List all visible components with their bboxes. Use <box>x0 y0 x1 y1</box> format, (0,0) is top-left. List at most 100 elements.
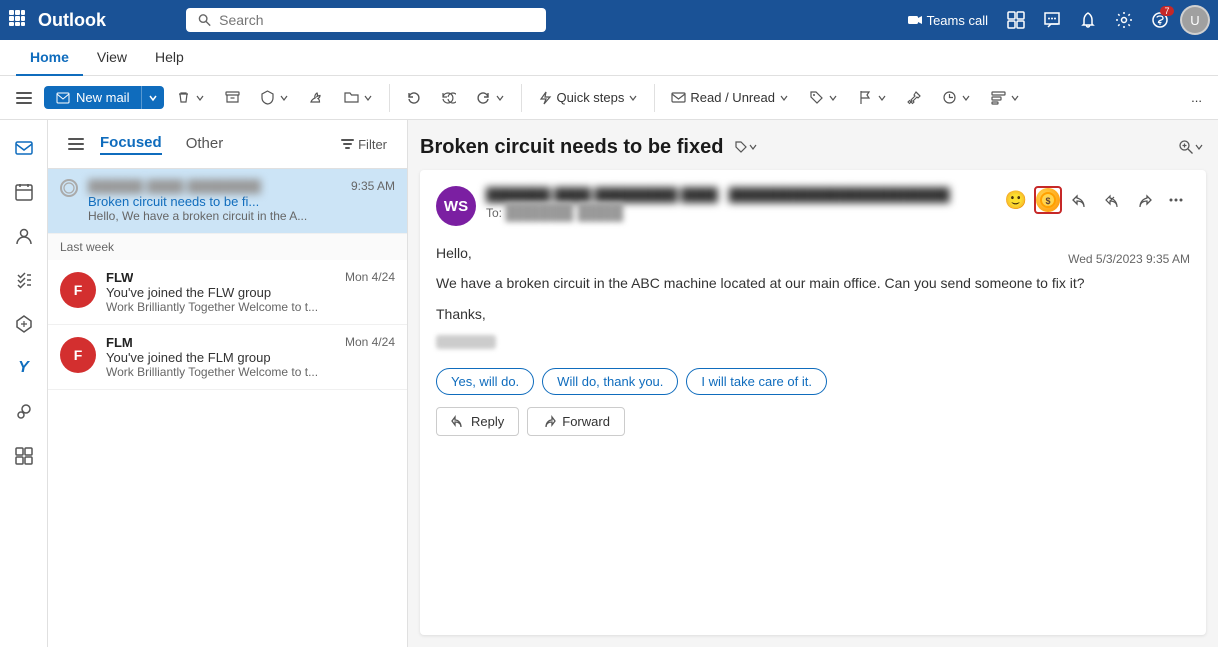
archive-button[interactable] <box>217 86 248 109</box>
rules-button[interactable] <box>252 86 297 109</box>
main-layout: Y Focused <box>0 120 1218 647</box>
mail-flw-time: Mon 4/24 <box>345 270 395 284</box>
apps-grid-icon[interactable]: ​ <box>8 9 26 32</box>
view-chevron-icon <box>1010 93 1020 103</box>
more-options-button[interactable]: ... <box>1183 86 1210 109</box>
pin-button[interactable] <box>899 86 930 109</box>
sidebar-apps-icon[interactable] <box>4 436 44 476</box>
read-unread-button[interactable]: Read / Unread <box>663 86 797 109</box>
ribbon: New mail <box>0 76 1218 120</box>
ribbon-divider-1 <box>389 84 390 112</box>
chevron-down-icon <box>148 93 158 103</box>
hamburger-icon <box>16 90 32 106</box>
move-icon <box>344 90 359 105</box>
view-settings-button[interactable] <box>983 86 1028 109</box>
undo-all-button[interactable] <box>433 86 464 109</box>
suggestion-btn-1[interactable]: Yes, will do. <box>436 368 534 395</box>
move-chevron-icon <box>363 93 373 103</box>
search-bar[interactable] <box>186 8 546 32</box>
reply-action-button[interactable]: Reply <box>436 407 519 436</box>
undo-icon <box>406 90 421 105</box>
more-email-options-button[interactable] <box>1162 186 1190 214</box>
sidebar-teams-icon[interactable] <box>4 304 44 344</box>
lightning-icon <box>538 91 552 105</box>
nav-tabs: Home View Help <box>0 40 1218 76</box>
notifications-button[interactable] <box>1072 4 1104 36</box>
section-last-week: Last week <box>48 234 407 260</box>
forward-button-header[interactable] <box>1130 186 1158 214</box>
search-icon <box>198 13 211 27</box>
mail-check-circle[interactable] <box>60 179 78 197</box>
sidebar-toggle-button[interactable] <box>8 86 40 110</box>
reply-button-header[interactable] <box>1066 186 1094 214</box>
email-paragraph: We have a broken circuit in the ABC mach… <box>436 272 1190 294</box>
skype-button[interactable]: 7 <box>1144 4 1176 36</box>
delete-button[interactable] <box>168 86 213 109</box>
snooze-button[interactable] <box>934 86 979 109</box>
sidebar-mail-icon[interactable] <box>4 128 44 168</box>
mail-item-flw[interactable]: F FLW Mon 4/24 You've joined the FLW gro… <box>48 260 407 325</box>
forward-action-icon <box>542 414 556 428</box>
envelope-icon <box>671 90 686 105</box>
reply-icon <box>1072 192 1088 208</box>
tag-button[interactable] <box>801 86 846 109</box>
tab-help[interactable]: Help <box>141 40 198 76</box>
sender-name-body-blurred <box>436 335 496 349</box>
switch-view-button[interactable] <box>1000 4 1032 36</box>
filter-button[interactable]: Filter <box>333 133 395 156</box>
sidebar-yammer-icon[interactable]: Y <box>4 348 44 388</box>
teams-call-button[interactable]: Teams call <box>899 8 996 32</box>
undo-button[interactable] <box>398 86 429 109</box>
suggestion-btn-2[interactable]: Will do, thank you. <box>542 368 678 395</box>
search-input[interactable] <box>219 12 534 28</box>
mail-flm-time: Mon 4/24 <box>345 335 395 349</box>
user-avatar[interactable]: U <box>1180 5 1210 35</box>
mail-item-selected[interactable]: ██████ ████ ████████ 9:35 AM Broken circ… <box>48 169 407 234</box>
quick-steps-chevron-icon <box>628 93 638 103</box>
emoji-button[interactable]: 🙂 <box>1002 186 1030 214</box>
other-tab[interactable]: Other <box>186 135 224 154</box>
tab-home[interactable]: Home <box>16 40 83 76</box>
reading-pane-header: Broken circuit needs to be fixed <box>420 132 1206 162</box>
sidebar-sharepoint-icon[interactable] <box>4 392 44 432</box>
suggestion-btn-3[interactable]: I will take care of it. <box>686 368 827 395</box>
feedback-button[interactable] <box>1036 4 1068 36</box>
zoom-button[interactable] <box>1176 132 1206 162</box>
mail-items: ██████ ████ ████████ 9:35 AM Broken circ… <box>48 169 407 647</box>
mail-item-time: 9:35 AM <box>351 179 395 193</box>
sidebar-people-icon[interactable] <box>4 216 44 256</box>
new-mail-dropdown[interactable] <box>141 86 164 109</box>
sweep-button[interactable] <box>301 86 332 109</box>
read-unread-label: Read / Unread <box>690 90 775 105</box>
read-unread-chevron-icon <box>779 93 789 103</box>
mail-item-flm[interactable]: F FLM Mon 4/24 You've joined the FLM gro… <box>48 325 407 390</box>
redo-button[interactable] <box>468 86 513 109</box>
subject-options-button[interactable] <box>731 132 761 162</box>
forward-action-button[interactable]: Forward <box>527 407 625 436</box>
sidebar-tasks-icon[interactable] <box>4 260 44 300</box>
forward-icon <box>1136 192 1152 208</box>
move-button[interactable] <box>336 86 381 109</box>
settings-button[interactable] <box>1108 4 1140 36</box>
teams-call-label: Teams call <box>927 13 988 28</box>
sender-name-blurred: ███████ ████ █████████ ████ ████████████… <box>486 187 950 202</box>
more-options-label: ... <box>1191 90 1202 105</box>
collapse-nav-button[interactable] <box>60 128 92 160</box>
tag-small-icon <box>734 140 748 154</box>
new-mail-button[interactable]: New mail <box>44 86 141 109</box>
suggestion-buttons: Yes, will do. Will do, thank you. I will… <box>436 368 1190 395</box>
ribbon-divider-2 <box>521 84 522 112</box>
sidebar-calendar-icon[interactable] <box>4 172 44 212</box>
topbar-right: Teams call <box>899 4 1210 36</box>
flag-button[interactable] <box>850 86 895 109</box>
reply-all-button-header[interactable] <box>1098 186 1126 214</box>
filter-label: Filter <box>358 137 387 152</box>
tab-view[interactable]: View <box>83 40 141 76</box>
email-header-actions: 🙂 $ <box>1002 186 1190 214</box>
quick-steps-button[interactable]: Quick steps <box>530 86 646 109</box>
focused-tab[interactable]: Focused <box>100 134 162 155</box>
sweep-icon <box>309 90 324 105</box>
filter-icon <box>341 138 354 151</box>
gear-icon <box>1115 11 1133 29</box>
coin-reward-button[interactable]: $ <box>1034 186 1062 214</box>
